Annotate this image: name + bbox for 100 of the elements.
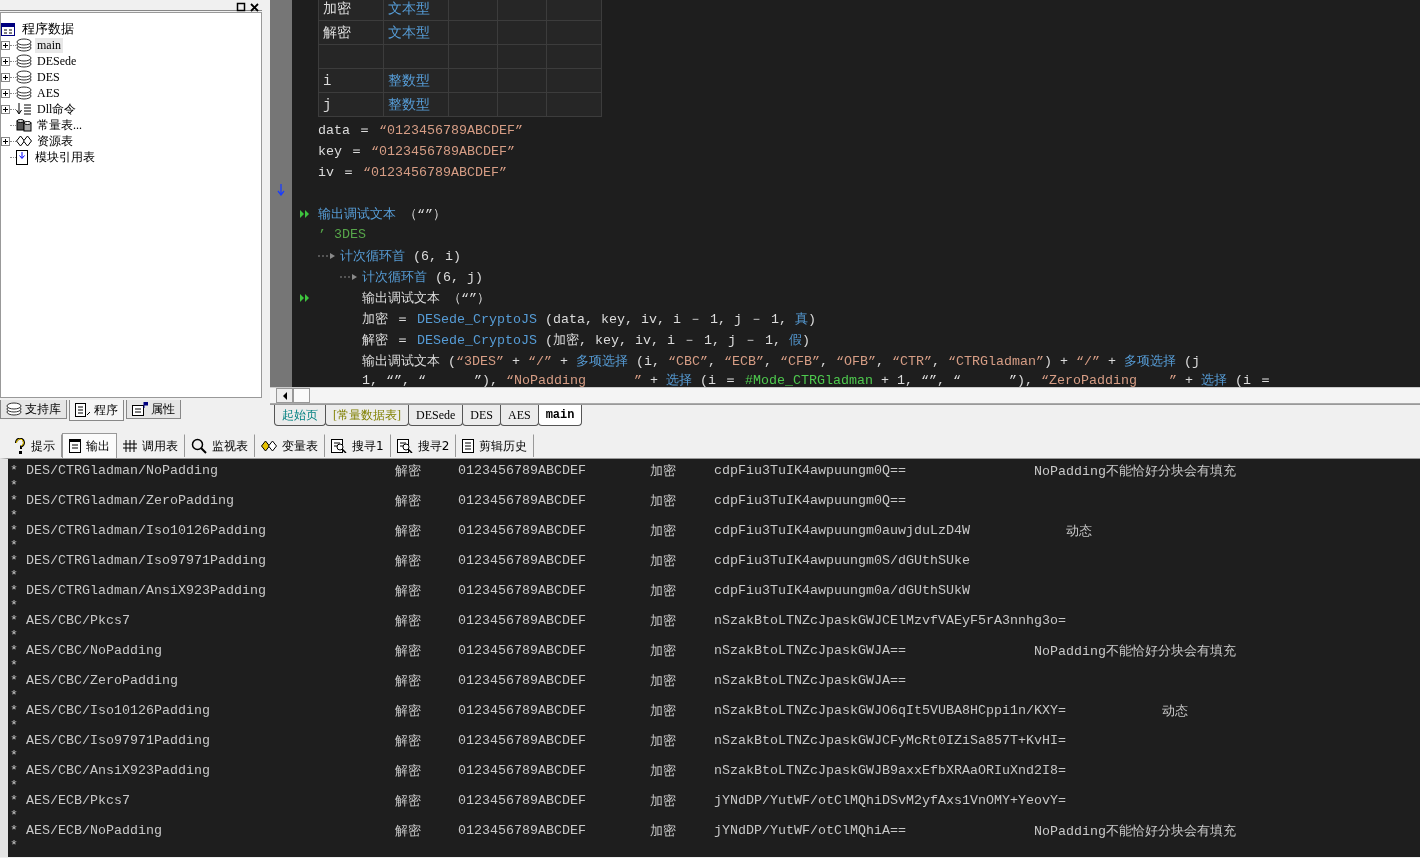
code-comment: ’ 3DES	[318, 227, 366, 242]
output-text: nSzakBtoLTNZcJpaskGWJB9axxEfbXRAaORIuXnd2I8=	[714, 763, 1067, 778]
output-text: 0123456789ABCDEF	[458, 733, 587, 748]
output-text: 0123456789ABCDEF	[458, 553, 587, 568]
expand-icon[interactable]	[1, 136, 10, 146]
editor-tab[interactable]: main	[537, 405, 583, 426]
output-text: 加密	[650, 732, 677, 750]
loop-arrow-icon	[318, 250, 336, 261]
tree-item[interactable]: 常量表...	[35, 116, 84, 134]
scrollbar-thumb[interactable]	[293, 388, 310, 403]
output-text: * AES/CBC/AnsiX923Padding	[10, 763, 211, 778]
output-note: NoPadding不能恰好分块会有填充	[1034, 822, 1236, 840]
panel-tab[interactable]: 程序	[69, 400, 124, 421]
output-text: 0123456789ABCDEF	[458, 583, 587, 598]
panel-tab[interactable]: 属性	[126, 400, 181, 419]
output-text: 加密	[650, 762, 677, 780]
panel-tab[interactable]: 输出	[62, 433, 117, 458]
output-text: 解密	[395, 762, 422, 780]
output-text: 0123456789ABCDEF	[458, 763, 587, 778]
output-text: 解密	[395, 672, 422, 690]
code-line: iv ＝ “0123456789ABCDEF”	[318, 163, 507, 181]
arrow-list-icon	[16, 102, 32, 116]
output-text: nSzakBtoLTNZcJpaskGWJCElMzvfVAEyF5rA3nnhg3o=	[714, 613, 1067, 628]
diamonds-icon	[16, 135, 32, 147]
expand-icon[interactable]	[1, 72, 10, 82]
output-note: NoPadding不能恰好分块会有填充	[1034, 462, 1236, 480]
editor-tab[interactable]: 起始页	[274, 405, 326, 426]
expand-icon[interactable]	[1, 40, 10, 50]
code-line: data ＝ “0123456789ABCDEF”	[318, 121, 523, 139]
question-icon	[14, 438, 26, 454]
tree-item[interactable]: 模块引用表	[33, 148, 97, 166]
output-text: 加密	[650, 522, 677, 540]
diamonds-icon	[261, 440, 277, 452]
document-icon	[75, 403, 91, 417]
output-text: * DES/CTRGladman/ZeroPadding	[10, 493, 235, 508]
output-text: 解密	[395, 732, 422, 750]
output-text: *	[10, 688, 18, 703]
output-text: * DES/CTRGladman/Iso10126Padding	[10, 523, 267, 538]
tree-item[interactable]: 程序数据	[20, 20, 76, 38]
output-text: 解密	[395, 702, 422, 720]
editor-tab[interactable]: AES	[500, 405, 539, 426]
document-icon	[16, 149, 30, 165]
expand-icon[interactable]	[1, 88, 10, 98]
tree-item[interactable]: Dll命令	[35, 100, 79, 118]
output-text: *	[10, 778, 18, 793]
output-text: 加密	[650, 462, 677, 480]
output-text: *	[10, 808, 18, 823]
output-text: * AES/ECB/NoPadding	[10, 823, 163, 838]
maximize-button[interactable]	[236, 0, 247, 10]
output-note: 动态	[1065, 522, 1092, 540]
close-button[interactable]	[249, 0, 260, 10]
output-text: 0123456789ABCDEF	[458, 643, 587, 658]
code-line: 输出调试文本 (“3DES” + “/” + 多项选择 (i, “CBC”, “ECB”, “CFB”, “OFB”, “CTR”, “CTRGladman”) + “/” + 多项选择 (j	[362, 352, 1200, 370]
down-arrow-icon	[277, 184, 285, 196]
disk-stack-icon	[6, 402, 22, 416]
variable-type: 整数型	[383, 92, 449, 117]
output-text: * DES/CTRGladman/AnsiX923Padding	[10, 583, 267, 598]
output-text: 0123456789ABCDEF	[458, 463, 587, 478]
output-text: *	[10, 748, 18, 763]
expand-icon[interactable]	[1, 104, 10, 114]
left-arrow-icon	[281, 391, 288, 400]
output-text: *	[10, 568, 18, 583]
output-text: 解密	[395, 582, 422, 600]
output-note: 动态	[1161, 702, 1188, 720]
output-text: 加密	[650, 672, 677, 690]
output-text: 解密	[395, 822, 422, 840]
output-text: 加密	[650, 642, 677, 660]
editor-tab[interactable]: DESede	[408, 405, 464, 426]
output-text: * DES/CTRGladman/Iso97971Padding	[10, 553, 267, 568]
tree-item[interactable]: DESede	[35, 53, 79, 69]
output-text: 解密	[395, 552, 422, 570]
panel-tab[interactable]: 支持库	[0, 400, 67, 419]
output-text: *	[10, 658, 18, 673]
output-text: * AES/ECB/Pkcs7	[10, 793, 131, 808]
output-text: *	[10, 478, 18, 493]
output-text: 解密	[395, 522, 422, 540]
scroll-left-button[interactable]	[276, 388, 293, 403]
output-text: nSzakBtoLTNZcJpaskGWJCFyMcRt0IZiSa857T+KvHI=	[714, 733, 1067, 748]
code-line: 计次循环首 (6, i)	[340, 247, 461, 265]
output-text: cdpFiu3TuIK4awpuungm0Q==	[714, 463, 907, 478]
output-text: 0123456789ABCDEF	[458, 703, 587, 718]
output-text: * AES/CBC/Iso10126Padding	[10, 703, 211, 718]
expand-icon[interactable]	[1, 56, 10, 66]
tree-item[interactable]: AES	[35, 85, 62, 101]
code-line: 解密 ＝ DESede_CryptoJS (加密, key, iv, i － 1, j － 1, 假)	[362, 331, 810, 349]
tree-item[interactable]: main	[35, 37, 63, 53]
output-text: *	[10, 628, 18, 643]
disk-stack-icon	[16, 54, 32, 68]
editor-tab[interactable]: DES	[462, 405, 501, 426]
tree-item[interactable]: 资源表	[35, 132, 75, 150]
code-line: 输出调试文本 （“”）	[318, 205, 446, 223]
output-text: 解密	[395, 642, 422, 660]
tree-item[interactable]: DES	[35, 69, 62, 85]
output-text: 0123456789ABCDEF	[458, 523, 587, 538]
output-text: cdpFiu3TuIK4awpuungm0auwjduLzD4W	[714, 523, 971, 538]
output-text: 加密	[650, 612, 677, 630]
variable-type: 整数型	[383, 68, 449, 93]
output-text: * AES/CBC/ZeroPadding	[10, 673, 179, 688]
output-text: 0123456789ABCDEF	[458, 613, 587, 628]
editor-tab[interactable]: [常量数据表]	[325, 405, 409, 426]
